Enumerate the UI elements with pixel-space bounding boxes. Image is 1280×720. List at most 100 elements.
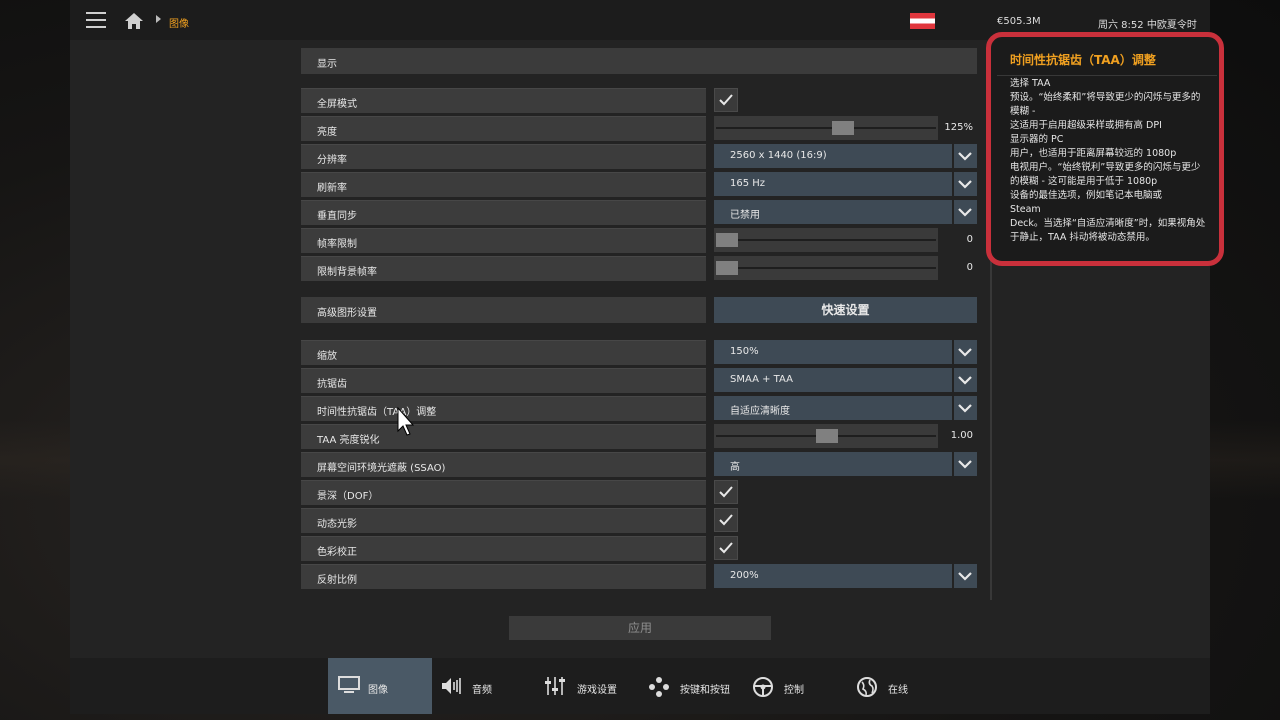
tab-label: 游戏设置 [577,685,617,696]
chevron-down-icon[interactable] [954,564,977,588]
slider-value: 0 [940,256,977,280]
dropdown-value: 150% [730,346,759,357]
setting-row-label: 垂直同步 [301,200,706,225]
setting-label: 限制背景帧率 [317,267,377,278]
setting-label: 全屏模式 [317,99,357,110]
setting-dropdown[interactable]: 2560 x 1440 (16:9) [714,144,952,168]
sliders-icon [544,676,566,699]
slider-thumb[interactable] [816,429,838,443]
dropdown-value: 高 [730,462,740,473]
setting-row-label: 缩放 [301,340,706,365]
slider-track [716,267,936,269]
setting-dropdown[interactable]: 已禁用 [714,200,952,224]
divider [997,75,1217,76]
slider-value: 1.00 [940,424,977,448]
setting-checkbox[interactable] [714,88,738,112]
slider-value-text: 0 [966,234,973,245]
setting-row-label: 刷新率 [301,172,706,197]
setting-slider[interactable] [714,228,938,252]
tab-globe[interactable]: 在线 [844,658,948,714]
setting-slider[interactable] [714,116,938,140]
setting-row-label: 亮度 [301,116,706,141]
tab-label: 按键和按钮 [680,685,730,696]
setting-row-label: 抗锯齿 [301,368,706,393]
section-title: 显示 [317,59,337,70]
chevron-down-icon[interactable] [954,340,977,364]
quick-settings-button[interactable]: 快速设置 [714,297,977,323]
tooltip-panel: 时间性抗锯齿（TAA）调整 选择 TAA 预设。“始终柔和”将导致更少的闪烁与更… [986,32,1224,266]
dropdown-value: 2560 x 1440 (16:9) [730,150,827,161]
setting-dropdown[interactable]: 165 Hz [714,172,952,196]
setting-row-label: 景深（DOF） [301,480,706,505]
setting-dropdown[interactable]: 150% [714,340,952,364]
speaker-icon [440,676,464,699]
home-icon[interactable] [124,12,144,30]
dropdown-value: SMAA + TAA [730,374,793,385]
slider-track [716,239,936,241]
setting-label: 垂直同步 [317,211,357,222]
setting-row-label: 动态光影 [301,508,706,533]
setting-dropdown[interactable]: SMAA + TAA [714,368,952,392]
setting-label: 刷新率 [317,183,347,194]
slider-thumb[interactable] [832,121,854,135]
setting-checkbox[interactable] [714,536,738,560]
slider-track [716,127,936,129]
tab-label: 图像 [368,685,388,696]
setting-dropdown[interactable]: 高 [714,452,952,476]
clock-display: 周六 8:52 中欧夏令时 [1098,20,1197,31]
tab-monitor[interactable]: 图像 [328,658,432,714]
chevron-down-icon[interactable] [954,200,977,224]
chevron-down-icon[interactable] [954,396,977,420]
setting-row-label: 全屏模式 [301,88,706,113]
chevron-down-icon[interactable] [954,368,977,392]
setting-dropdown[interactable]: 自适应清晰度 [714,396,952,420]
setting-row-label: 分辨率 [301,144,706,169]
setting-checkbox[interactable] [714,508,738,532]
tab-label: 在线 [888,685,908,696]
chevron-down-icon[interactable] [954,144,977,168]
dropdown-value: 自适应清晰度 [730,406,790,417]
slider-value: 0 [940,228,977,252]
apply-button[interactable]: 应用 [509,616,771,640]
tab-sliders[interactable]: 游戏设置 [532,658,636,714]
tab-gamepad[interactable]: 按键和按钮 [636,658,740,714]
slider-thumb[interactable] [716,261,738,275]
chevron-down-icon[interactable] [954,172,977,196]
setting-label: TAA 亮度锐化 [317,435,380,446]
setting-dropdown[interactable]: 200% [714,564,952,588]
slider-value: 125% [940,116,977,140]
setting-row-label: 时间性抗锯齿（TAA）调整 [301,396,706,421]
tab-steering-wheel[interactable]: 控制 [740,658,844,714]
slider-value-text: 1.00 [950,430,973,441]
tooltip-body: 选择 TAA 预设。“始终柔和”将导致更少的闪烁与更多的模糊 - 这适用于启用超… [1010,78,1206,243]
setting-row-label: 反射比例 [301,564,706,589]
setting-label: 色彩校正 [317,547,357,558]
balance-display: €505.3M [997,16,1041,27]
breadcrumb[interactable]: 图像 [169,15,189,30]
dropdown-value: 200% [730,570,759,581]
setting-label: 帧率限制 [317,239,357,250]
slider-thumb[interactable] [716,233,738,247]
tooltip-title: 时间性抗锯齿（TAA）调整 [1010,53,1156,67]
hamburger-menu-icon[interactable] [86,12,106,28]
setting-row-label: 色彩校正 [301,536,706,561]
setting-label: 时间性抗锯齿（TAA）调整 [317,407,437,418]
setting-label: 亮度 [317,127,337,138]
chevron-down-icon[interactable] [954,452,977,476]
dropdown-value: 165 Hz [730,178,766,189]
setting-row-label: 限制背景帧率 [301,256,706,281]
globe-icon [856,676,878,701]
setting-checkbox[interactable] [714,480,738,504]
tab-label: 控制 [784,685,804,696]
gamepad-icon [648,676,670,701]
setting-label: 缩放 [317,351,337,362]
slider-value-text: 125% [944,122,973,133]
setting-label: 分辨率 [317,155,347,166]
setting-slider[interactable] [714,256,938,280]
tab-label: 音频 [472,685,492,696]
section-display-header: 显示 [301,48,977,74]
setting-slider[interactable] [714,424,938,448]
section-title: 高级图形设置 [317,308,377,319]
section-advanced-header: 高级图形设置 [301,297,706,323]
tab-speaker[interactable]: 音频 [432,658,532,714]
